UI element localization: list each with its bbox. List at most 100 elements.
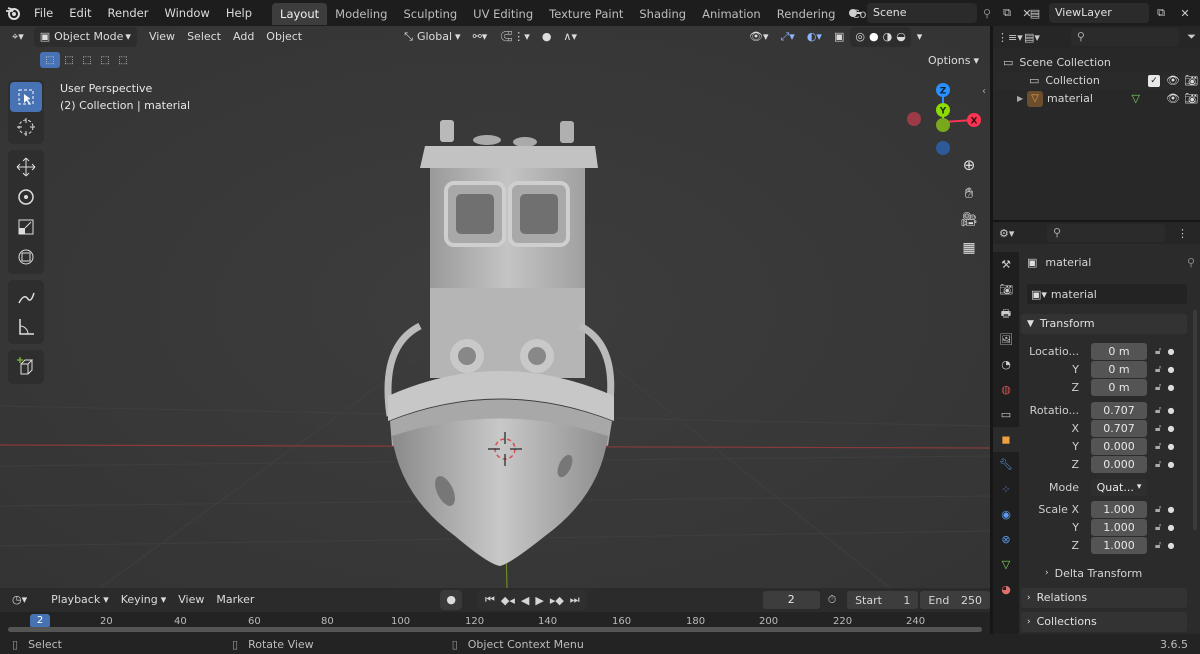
next-keyframe-icon[interactable]: ▸◆ [547,594,567,607]
material-tab-icon[interactable]: ◕ [993,577,1019,602]
current-frame-field[interactable]: 2 [762,591,820,609]
transform-tool-icon[interactable] [10,242,42,272]
eye-icon[interactable]: 👁︎ [1166,90,1184,108]
view-layer-icon[interactable]: ▤ [1021,7,1049,20]
tool-tab-icon[interactable]: ⚒ [993,252,1019,277]
add-cube-tool-icon[interactable] [10,352,42,382]
location-z-field[interactable]: 0 m [1091,378,1147,396]
boat-model[interactable] [370,116,630,566]
delete-view-layer-icon[interactable]: ✕ [1173,7,1197,20]
neg-x-axis-handle[interactable] [907,112,921,126]
scene-field[interactable]: Scene [867,3,977,23]
tab-texture-paint[interactable]: Texture Paint [541,3,631,25]
particles-tab-icon[interactable]: ⁘ [993,477,1019,502]
menu-edit[interactable]: Edit [61,0,99,26]
tab-shading[interactable]: Shading [631,3,694,25]
tab-layout[interactable]: Layout [272,3,328,25]
stopwatch-icon[interactable]: ⏱ [828,593,845,607]
lock-icon[interactable]: 🔓︎ [1155,522,1161,533]
delta-transform-subpanel[interactable]: › Delta Transform [1045,564,1142,582]
keyframe-dot-icon[interactable]: ● [1167,505,1174,514]
mesh-data-icon[interactable]: ▽ [1132,90,1140,108]
timeline-scrollbar[interactable] [8,627,982,632]
neg-y-axis-handle[interactable] [936,118,950,132]
keyframe-dot-icon[interactable]: ● [1167,541,1174,550]
jump-end-icon[interactable]: ⏭ [567,593,583,607]
collection-tab-icon[interactable]: ▭ [993,402,1019,427]
annotate-tool-icon[interactable] [10,282,42,312]
new-view-layer-icon[interactable]: ⧉ [1149,6,1173,20]
menu-file[interactable]: File [26,0,61,26]
output-tab-icon[interactable]: 🖶 [993,302,1019,327]
editor-type-icon[interactable]: ⌖▾ [6,27,30,47]
properties-editor-icon[interactable]: ⚙︎▾ [993,227,1033,240]
3d-viewport[interactable]: ⌖▾ ▣ Object Mode ▾ View Select Add Objec… [0,26,990,588]
tab-rendering[interactable]: Rendering [769,3,844,25]
new-scene-icon[interactable]: ⧉ [997,6,1017,20]
lock-icon[interactable]: 🔓︎ [1155,423,1161,434]
location-x-field[interactable]: 0 m [1091,342,1147,360]
jump-start-icon[interactable]: ⏮ [482,593,498,607]
outliner-search-input[interactable]: ⚲ [1070,28,1180,46]
relations-panel-header[interactable]: › Relations [1021,588,1187,608]
lock-icon[interactable]: 🔓︎ [1155,382,1161,393]
zoom-icon[interactable]: ⊕ [956,156,982,184]
rotation-x-field[interactable]: 0.707 [1091,419,1147,437]
tab-modeling[interactable]: Modeling [327,3,395,25]
snap-icon[interactable]: 🧲︎⋮▾ [493,27,536,47]
orientation-dropdown[interactable]: ⤡ Global ▾ [398,27,466,47]
view-layer-field[interactable]: ViewLayer [1049,3,1149,23]
menu-add[interactable]: Add [227,27,260,47]
falloff-icon[interactable]: ∧▾ [557,27,583,47]
xray-icon[interactable]: ▣ [828,27,850,47]
lock-icon[interactable]: 🔓︎ [1155,459,1161,470]
rotation-w-field[interactable]: 0.707 [1091,401,1147,419]
timeline-ruler[interactable]: 2 20 40 60 80 100 120 140 160 180 200 22… [0,612,990,634]
playhead[interactable]: 2 [30,614,50,628]
proportional-edit-icon[interactable]: ● [536,27,558,47]
transform-panel-header[interactable]: ▼ Transform [1021,314,1187,334]
rotate-tool-icon[interactable] [10,182,42,212]
play-reverse-icon[interactable]: ◀ [518,594,532,607]
keyframe-dot-icon[interactable]: ● [1167,424,1174,433]
outliner-editor-icon[interactable]: ⋮≡▾ [997,31,1024,44]
visibility-icon[interactable]: 👁︎▾ [743,27,775,47]
lock-icon[interactable]: 🔓︎ [1155,405,1161,416]
camera-render-icon[interactable]: 📷︎ [1184,72,1200,90]
lock-icon[interactable]: 🔓︎ [1155,540,1161,551]
pivot-icon[interactable]: ⚯▾ [467,27,494,47]
cursor-tool-icon[interactable] [10,112,42,142]
start-frame-field[interactable]: Start 1 [847,591,919,609]
end-frame-field[interactable]: End 250 [920,591,990,609]
mode-dropdown[interactable]: ▣ Object Mode ▾ [33,27,137,47]
outliner-row-collection[interactable]: ▭ Collection ✓ 👁︎ 📷︎ [993,72,1200,90]
menu-help[interactable]: Help [218,0,260,26]
render-tab-icon[interactable]: 📷︎ [993,277,1019,302]
select-intersect-mode-icon[interactable]: ⬚ [114,55,132,66]
overlay-toggle-icon[interactable]: ◐▾ [801,27,828,47]
object-datablock-field[interactable]: ▣▾ material [1027,284,1187,304]
lock-icon[interactable]: 🔓︎ [1155,441,1161,452]
timeline-view-menu[interactable]: View [172,590,210,610]
scene-tab-icon[interactable]: ◔ [993,352,1019,377]
menu-view[interactable]: View [143,27,181,47]
marker-menu[interactable]: Marker [210,590,260,610]
filter-icon[interactable]: ⏷ [1187,30,1196,44]
move-tool-icon[interactable] [10,152,42,182]
keyframe-dot-icon[interactable]: ● [1167,383,1174,392]
rendered-shading-icon[interactable]: ◒ [894,27,908,47]
properties-options-icon[interactable]: ⋮ [1177,227,1188,240]
tab-sculpting[interactable]: Sculpting [395,3,465,25]
keyframe-dot-icon[interactable]: ● [1167,365,1174,374]
pin-icon[interactable]: ⚲ [977,7,997,20]
scale-x-field[interactable]: 1.000 [1091,500,1147,518]
collections-panel-header[interactable]: › Collections [1021,612,1187,632]
3d-cursor-icon[interactable] [486,430,524,468]
keyframe-dot-icon[interactable]: ● [1167,523,1174,532]
blender-logo-icon[interactable] [0,0,26,26]
record-button[interactable]: ● [440,590,462,610]
keyframe-dot-icon[interactable]: ● [1167,442,1174,451]
playback-menu[interactable]: Playback ▾ [45,590,115,610]
pin-icon[interactable]: ⚲ [1187,256,1195,269]
keyframe-dot-icon[interactable]: ● [1167,406,1174,415]
